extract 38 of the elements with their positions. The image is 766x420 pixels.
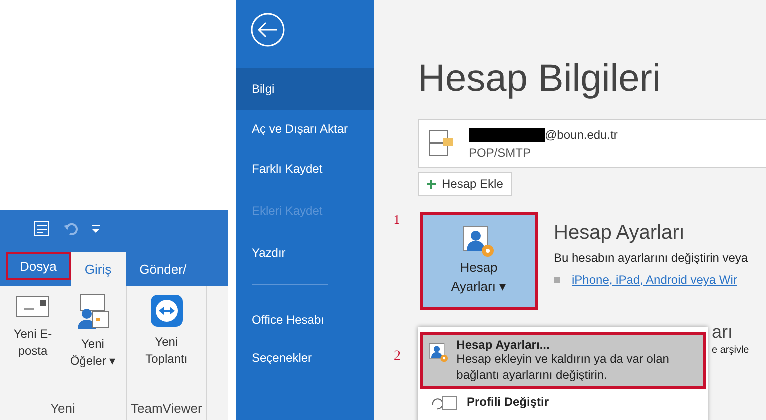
teamviewer-icon	[150, 294, 184, 328]
section-heading: arı	[712, 322, 734, 343]
customize-caret-icon[interactable]	[92, 224, 100, 234]
ribbon-tab[interactable]: Dosya	[6, 252, 71, 280]
ribbon-button[interactable]: Yeni Toplantı	[138, 294, 196, 401]
account-selector[interactable]: @boun.edu.tr POP/SMTP	[418, 119, 766, 168]
account-email: @boun.edu.tr	[545, 128, 618, 142]
device-setup-link[interactable]: iPhone, iPad, Android veya Wir	[572, 273, 738, 287]
step-number: 1	[392, 212, 402, 229]
menu-item[interactable]: Hesap Ayarları... Hesap ekleyin ve kaldırın ya da var olan bağlantı ayarlarını değiştirin.	[420, 332, 706, 390]
account-settings-button[interactable]: Hesap Ayarları ▾	[420, 212, 538, 310]
step-number: 2	[394, 349, 401, 365]
section-heading: Hesap Ayarları	[554, 222, 686, 245]
ribbon-tab[interactable]: Giriş	[70, 252, 126, 286]
sidebar-item[interactable]: Seçenekler	[236, 339, 374, 377]
section-description: Bu hesabın ayarlarını değiştirin veya	[554, 251, 748, 265]
sidebar-item[interactable]: Farklı Kaydet	[236, 148, 374, 190]
ribbon-tab[interactable]: Gönder/	[126, 252, 201, 286]
sidebar-item[interactable]: Yazdır	[236, 232, 374, 274]
section-description: e arşivle	[712, 345, 750, 356]
group-label: TeamViewer	[131, 401, 202, 416]
contact-calendar-icon	[76, 294, 110, 330]
envelope-icon	[16, 294, 50, 320]
bullet-icon	[554, 277, 560, 283]
file-cabinet-icon	[429, 130, 455, 158]
sidebar-item[interactable]: Office Hesabı	[236, 301, 374, 339]
ribbon-button[interactable]: Yeni E- posta	[4, 294, 62, 401]
group-label: Yeni	[50, 401, 76, 416]
account-type: POP/SMTP	[469, 146, 532, 160]
page-title: Hesap Bilgileri	[418, 58, 662, 101]
person-gear-icon	[463, 226, 495, 258]
send-receive-icon	[34, 221, 50, 237]
add-account-button[interactable]: Hesap Ekle	[418, 172, 512, 196]
plus-icon	[427, 180, 436, 188]
sidebar-item[interactable]: Bilgi	[236, 68, 374, 110]
menu-item[interactable]: Profili Değiştir	[420, 389, 706, 418]
ribbon-button[interactable]: Yeni Öğeler ▾	[64, 294, 122, 401]
sidebar-item[interactable]: Aç ve Dışarı Aktar	[236, 110, 374, 148]
